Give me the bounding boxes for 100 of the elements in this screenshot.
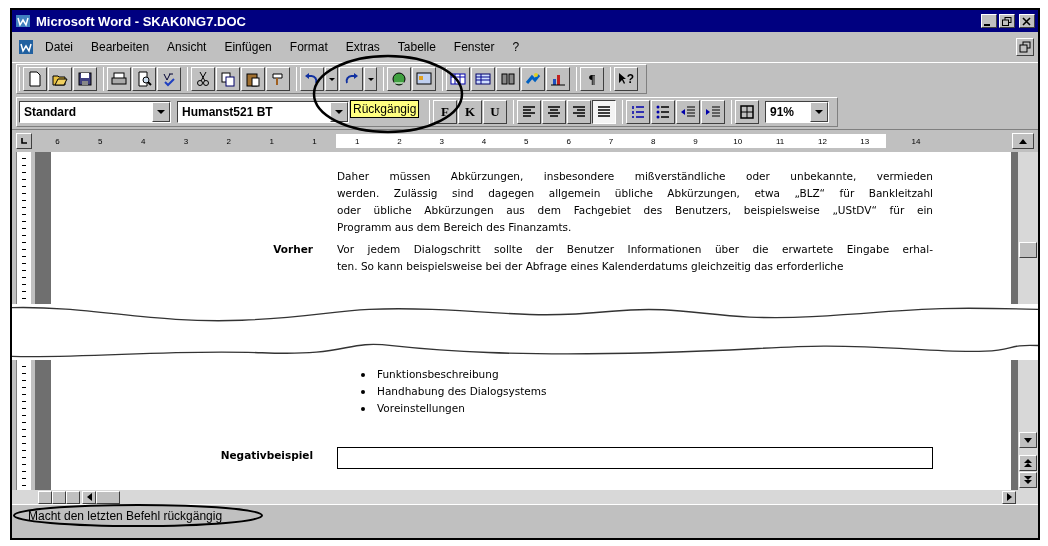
- scroll-right-button[interactable]: [1002, 490, 1016, 504]
- magnifier-page-icon: [136, 71, 152, 87]
- menu-item[interactable]: Format: [280, 38, 337, 56]
- ruler-number: 6: [565, 136, 572, 146]
- list-item: Voreinstellungen: [377, 401, 465, 416]
- paintbrush-icon: [270, 71, 286, 87]
- vertical-scrollbar[interactable]: [1018, 152, 1038, 304]
- ruler-number: 3: [182, 136, 190, 146]
- restore-icon: [1019, 41, 1031, 53]
- drawing-icon: [525, 71, 541, 87]
- numbered-list-icon: [630, 104, 646, 120]
- ruler-number: 12: [817, 136, 828, 146]
- app-icon: [15, 13, 31, 29]
- scroll-thumb[interactable]: [96, 490, 120, 504]
- status-text: Macht den letzten Befehl rückgängig: [28, 509, 223, 523]
- ruler-number: 14: [911, 136, 921, 146]
- tooltip: Rückgängig: [350, 100, 420, 118]
- copy-icon: [220, 71, 236, 87]
- close-button[interactable]: [1019, 14, 1035, 28]
- paragraph: Vor jedem Dialogschritt sollte der Benutzer Informationen über die erwartete Eingabe erhal- ten. So kann beispielsweise bei der Abfrage eines Kalenderdatums gleichzeitig das erforderliche: [337, 242, 933, 274]
- menu-item[interactable]: Tabelle: [388, 38, 445, 56]
- list-item: Handhabung des Dialogsystems: [377, 384, 547, 399]
- menu-item[interactable]: Datei: [36, 38, 82, 56]
- double-down-arrow-icon: [1024, 475, 1032, 485]
- minimize-icon: [984, 23, 990, 26]
- increase-indent-icon: [705, 104, 721, 120]
- dropdown-button[interactable]: [364, 67, 377, 91]
- bullet-icon: [361, 389, 365, 394]
- down-arrow-icon: [1024, 437, 1032, 443]
- ruler-number: 6: [54, 136, 61, 146]
- menu-item[interactable]: Fenster: [444, 38, 504, 56]
- decrease-indent-icon: [680, 104, 696, 120]
- up-arrow-icon: [1019, 138, 1027, 144]
- ruler-number: 3: [438, 136, 445, 146]
- next-page-button[interactable]: [1019, 472, 1037, 488]
- ruler-number: 1: [311, 136, 318, 146]
- bulleted-list-icon: [655, 104, 671, 120]
- caret-icon: [335, 109, 343, 115]
- menu-item[interactable]: Extras: [336, 38, 389, 56]
- style-dropdown[interactable]: Standard: [19, 101, 171, 123]
- font-dropdown[interactable]: Humanst521 BT: [177, 101, 349, 123]
- ruler-number: 9: [692, 136, 699, 146]
- zoom-dropdown[interactable]: 91%: [765, 101, 829, 123]
- scissors-icon: [195, 71, 211, 87]
- vertical-scrollbar[interactable]: [1018, 360, 1038, 490]
- left-arrow-icon: [86, 493, 92, 501]
- menu-item[interactable]: Ansicht: [158, 38, 216, 56]
- align-center-icon: [546, 104, 562, 120]
- ruler-number: 2: [225, 136, 232, 146]
- menu-item[interactable]: Bearbeiten: [82, 38, 159, 56]
- printer-icon: [111, 71, 127, 87]
- ruler-number: 5: [523, 136, 530, 146]
- align-left-icon: [521, 104, 537, 120]
- spelling-check-icon: [161, 71, 177, 87]
- left-tab-icon: [20, 137, 28, 145]
- scroll-left-button[interactable]: [82, 490, 96, 504]
- caret-icon: [367, 77, 374, 81]
- ruler-number: 2: [396, 136, 403, 146]
- paragraph-label: Vorher: [272, 242, 314, 257]
- minimize-button[interactable]: [981, 14, 997, 28]
- toolbar-button[interactable]: [592, 100, 616, 124]
- menu-item[interactable]: Einfügen: [215, 38, 281, 56]
- restore-document-button[interactable]: [1016, 38, 1034, 56]
- ruler-number: 11: [775, 136, 786, 146]
- tab-stop-selector[interactable]: [16, 133, 32, 149]
- table-icon: [450, 71, 466, 87]
- paragraph-label: Negativbeispiel: [219, 448, 314, 463]
- caret-icon: [157, 109, 165, 115]
- close-icon: [1022, 16, 1032, 26]
- toolbar-button[interactable]: U: [483, 100, 507, 124]
- scroll-down-button[interactable]: [1019, 432, 1037, 448]
- document-icon[interactable]: [16, 38, 36, 56]
- ruler-number: 8: [650, 136, 657, 146]
- list-item: Funktionsbeschreibung: [377, 367, 499, 382]
- ruler-number: 1: [268, 136, 275, 146]
- bullet-icon: [361, 406, 365, 411]
- normal-view-button[interactable]: [38, 490, 52, 504]
- bullet-icon: [361, 372, 365, 377]
- previous-page-button[interactable]: [1019, 455, 1037, 471]
- clipboard-icon: [245, 71, 261, 87]
- toolbar-button[interactable]: ¶: [580, 67, 604, 91]
- ruler-number: 1: [353, 136, 361, 146]
- ruler-number: 4: [480, 136, 488, 146]
- outline-view-button[interactable]: [66, 490, 80, 504]
- help-button[interactable]: ?: [614, 67, 638, 91]
- restore-button[interactable]: [999, 14, 1015, 28]
- menu-item[interactable]: ?: [503, 38, 529, 56]
- ruler-number: 13: [859, 136, 870, 146]
- ruler-number: 5: [97, 136, 104, 146]
- scroll-thumb[interactable]: [1019, 242, 1037, 258]
- layout-view-button[interactable]: [52, 490, 66, 504]
- align-justify-icon: [596, 104, 612, 120]
- borders-icon: [739, 104, 755, 120]
- toolbar-button[interactable]: K: [458, 100, 482, 124]
- paragraph: Daher müssen Abkürzungen, insbesondere mißverständliche oder unbekannte, vermieden werden. Zulässig sind dagegen allgemein übliche Abkürzungen, etwa „BLZ“ für Bankleitzahl oder übliche Abkürzungen aus dem Fachgebiet des Benutzers, beispielsweise „UStDV“ für ein Programm aus dem Bereich des Finanzamts.: [337, 169, 933, 235]
- caret-icon: [328, 77, 335, 81]
- scroll-up-button[interactable]: [1012, 133, 1034, 149]
- ruler-number: 7: [607, 136, 615, 146]
- window-title: Microsoft Word - SKAK0NG7.DOC: [36, 13, 247, 29]
- pointer-icon: [617, 71, 626, 87]
